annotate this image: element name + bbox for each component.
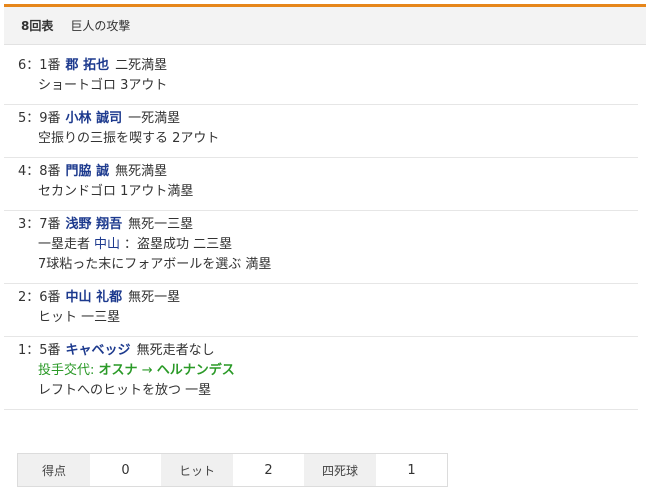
player-link[interactable]: 小林 誠司 bbox=[66, 111, 123, 126]
play-header: 3：7番 浅野 翔吾 無死一三塁 bbox=[4, 215, 638, 235]
pitcher-to-link[interactable]: ヘルナンデス bbox=[157, 363, 235, 378]
play-item: 1：5番 キャベッジ 無死走者なし 投手交代: オスナ → ヘルナンデス レフトへの… bbox=[4, 337, 638, 410]
batter-number: 2：6番 bbox=[18, 290, 61, 305]
base-state: 無死走者なし bbox=[136, 343, 215, 358]
play-header: 1：5番 キャベッジ 無死走者なし bbox=[4, 341, 638, 361]
batter-number: 5：9番 bbox=[18, 111, 61, 126]
hits-label: ヒット bbox=[161, 454, 233, 486]
base-state: 無死一塁 bbox=[128, 290, 181, 305]
walks-value: 1 bbox=[407, 462, 416, 478]
base-state: 二死満塁 bbox=[115, 58, 168, 73]
pitcher-change: 投手交代: オスナ → ヘルナンデス bbox=[4, 361, 638, 381]
inning-label: 8回表 bbox=[21, 19, 54, 33]
player-link[interactable]: 中山 礼都 bbox=[66, 290, 123, 305]
walks-label: 四死球 bbox=[304, 454, 376, 486]
play-result: ショートゴロ 3アウト bbox=[38, 78, 168, 93]
pitcher-from-link[interactable]: オスナ bbox=[99, 363, 138, 378]
play-item: 2：6番 中山 礼都 無死一塁 ヒット 一三塁 bbox=[4, 284, 638, 337]
player-link[interactable]: キャベッジ bbox=[66, 343, 131, 358]
play-result: 空振りの三振を喫する 2アウト bbox=[38, 131, 220, 146]
play-header: 6：1番郡 拓也 二死満塁 bbox=[4, 56, 638, 76]
runner-event: 一塁走者 中山 ：盗塁成功 二三塁 bbox=[4, 235, 638, 255]
base-state: 一死満塁 bbox=[128, 111, 181, 126]
inning-title: 巨人の攻撃 bbox=[70, 19, 131, 33]
play-item: 4：8番 門脇 誠無死満塁 セカンドゴロ 1アウト満塁 bbox=[4, 158, 638, 211]
play-item: 6：1番郡 拓也 二死満塁 ショートゴロ 3アウト bbox=[4, 52, 638, 105]
batter-number: 4：8番 bbox=[18, 164, 61, 179]
runner-result: ：盗塁成功 二三塁 bbox=[124, 237, 233, 252]
runs-label: 得点 bbox=[18, 454, 90, 486]
player-link[interactable]: 門脇 誠 bbox=[66, 164, 110, 179]
inning-stats-table: 得点 0 ヒット 2 四死球 1 bbox=[17, 453, 448, 487]
base-state: 無死一三塁 bbox=[128, 217, 194, 232]
hits-value: 2 bbox=[264, 462, 273, 478]
pitcher-change-label: 投手交代: bbox=[38, 363, 95, 378]
play-result: レフトへのヒットを放つ 一塁 bbox=[38, 383, 212, 398]
play-list: 6：1番郡 拓也 二死満塁 ショートゴロ 3アウト 5：9番 小林 誠司 一死満塁 空… bbox=[4, 52, 638, 410]
runner-link[interactable]: 中山 bbox=[94, 237, 120, 252]
play-header: 5：9番 小林 誠司 一死満塁 bbox=[4, 109, 638, 129]
runner-prefix: 一塁走者 bbox=[38, 237, 91, 252]
batter-number: 6：1番 bbox=[18, 58, 61, 73]
inning-header: 8回表 巨人の攻撃 bbox=[4, 7, 646, 45]
play-result: 7球粘った末にフォアボールを選ぶ 満塁 bbox=[38, 257, 272, 272]
play-header: 2：6番 中山 礼都 無死一塁 bbox=[4, 288, 638, 308]
base-state: 無死満塁 bbox=[115, 164, 168, 179]
player-link[interactable]: 郡 拓也 bbox=[66, 58, 110, 73]
batter-number: 3：7番 bbox=[18, 217, 61, 232]
play-item: 5：9番 小林 誠司 一死満塁 空振りの三振を喫する 2アウト bbox=[4, 105, 638, 158]
play-result: セカンドゴロ 1アウト満塁 bbox=[38, 184, 194, 199]
batter-number: 1：5番 bbox=[18, 343, 61, 358]
play-item: 3：7番 浅野 翔吾 無死一三塁 一塁走者 中山 ：盗塁成功 二三塁 7球粘った末にフォ… bbox=[4, 211, 638, 284]
play-header: 4：8番 門脇 誠無死満塁 bbox=[4, 162, 638, 182]
arrow-icon: → bbox=[141, 363, 153, 378]
play-result: ヒット 一三塁 bbox=[38, 310, 121, 325]
player-link[interactable]: 浅野 翔吾 bbox=[66, 217, 123, 232]
runs-value: 0 bbox=[121, 462, 130, 478]
